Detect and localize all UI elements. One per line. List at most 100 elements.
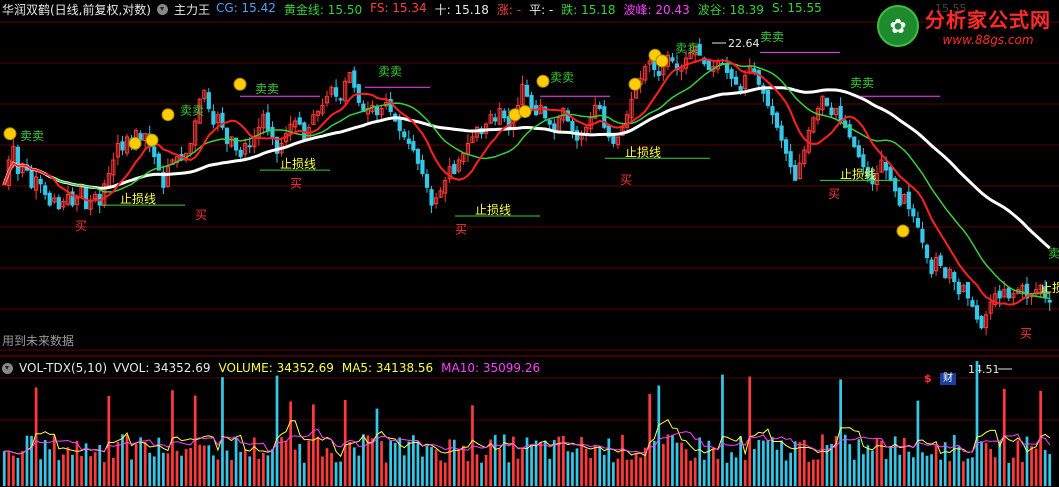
candle-body: [120, 141, 125, 151]
candle-body: [529, 94, 534, 109]
candle-body: [788, 151, 793, 168]
sell-marker: 卖卖: [378, 64, 402, 78]
buy-marker: 买: [195, 208, 207, 222]
candle-body: [502, 110, 507, 119]
candle-body: [974, 305, 980, 320]
candle-body: [15, 146, 20, 174]
candle-body: [770, 106, 775, 116]
candle-body: [397, 119, 402, 131]
buy-marker: 买: [620, 173, 632, 187]
smiley-icon: [536, 74, 550, 88]
candle-body: [943, 267, 948, 278]
smiley-icon: [655, 54, 669, 68]
smiley-icon: [518, 105, 532, 119]
indicator-name[interactable]: 主力王: [174, 1, 210, 18]
stock-title[interactable]: 华润双鹤(日线,前复权,对数): [2, 1, 151, 18]
candle-body: [897, 187, 902, 206]
watermark-title: 分析家公式网: [925, 8, 1051, 32]
indicator-value: 波峰: 20.43: [623, 2, 690, 17]
candle-body: [752, 68, 757, 73]
volume-indicator-name[interactable]: VOL-TDX(5,10): [19, 361, 107, 375]
candle-body: [929, 259, 934, 274]
smiley-icon: [161, 108, 175, 122]
candle-body: [415, 148, 420, 164]
candle-body: [920, 228, 925, 243]
candle-body: [938, 255, 943, 266]
sell-marker: 卖卖: [180, 104, 204, 118]
indicator-value: 十: 15.18: [434, 2, 489, 17]
candle-body: [452, 163, 457, 174]
smiley-icon: [233, 77, 247, 91]
volume-values: VVOL: 34352.69 VOLUME: 34352.69 MA5: 34138…: [113, 361, 540, 375]
candle-body: [402, 131, 407, 138]
candle-body: [911, 208, 916, 217]
indicator-value: S: 15.55: [771, 0, 822, 15]
watermark-logo: ✿ 分析家公式网 www.88gs.com: [877, 4, 1051, 47]
candle-body: [547, 120, 552, 125]
candle-body: [211, 111, 216, 125]
volume-value: VVOL: 34352.69: [113, 361, 211, 375]
candle-body: [297, 117, 302, 125]
watermark-url: www.88gs.com: [942, 33, 1034, 47]
candle-body: [774, 112, 780, 128]
candle-body: [29, 169, 34, 188]
candle-body: [43, 185, 48, 195]
candle-body: [970, 300, 975, 307]
volume-value: MA10: 35099.26: [441, 361, 541, 375]
candle-body: [265, 112, 270, 131]
indicator-value: 黄金线: 15.50: [283, 2, 363, 17]
candle-body: [270, 126, 275, 138]
candle-body: [338, 98, 343, 101]
stop-loss-label: 止损线: [625, 145, 661, 159]
candle-body: [997, 290, 1002, 299]
candle-body: [884, 162, 889, 171]
candle-body: [656, 71, 661, 76]
volume-indicator-header: VOL-TDX(5,10) VVOL: 34352.69 VOLUME: 3435…: [0, 360, 1059, 376]
buy-marker: 买: [455, 223, 467, 237]
indicator-value: FS: 15.34: [370, 0, 427, 15]
candle-body: [374, 105, 380, 116]
price-chart[interactable]: 止损线止损线止损线止损线止损线止损线买买买买买买买卖卖卖卖卖卖卖卖卖卖卖卖卖卖卖…: [0, 0, 1059, 487]
candle-body: [1047, 299, 1052, 303]
candle-body: [152, 146, 157, 158]
buy-marker: 买: [828, 187, 840, 201]
candle-body: [888, 166, 893, 181]
price-high-label: 22.64: [728, 37, 760, 50]
candle-body: [406, 138, 411, 144]
volume-value: MA5: 34138.56: [341, 361, 434, 375]
sell-marker: 卖卖: [255, 82, 279, 96]
candle-body: [424, 174, 430, 188]
indicator-value: 涨: -: [496, 2, 522, 17]
dropdown-icon[interactable]: [2, 362, 13, 374]
buy-marker: 买: [290, 176, 302, 190]
golden-line-green: [3, 63, 1050, 300]
candle-body: [670, 57, 675, 62]
candle-body: [784, 139, 789, 154]
sad-face-icon: [896, 224, 910, 238]
candle-body: [706, 60, 711, 71]
candle-body: [206, 92, 211, 109]
candle-body: [334, 87, 339, 97]
candle-body: [611, 134, 616, 144]
candle-body: [352, 70, 357, 88]
candle-body: [597, 104, 602, 109]
candle-body: [856, 145, 861, 158]
indicator-value: 跌: 15.18: [561, 2, 616, 17]
stop-loss-label: 止损线: [475, 203, 511, 217]
candle-body: [965, 282, 970, 299]
indicator-value: 平: -: [529, 2, 554, 17]
candle-body: [524, 84, 530, 97]
dropdown-icon[interactable]: [157, 3, 168, 15]
buy-marker: 买: [75, 219, 87, 233]
candle-body: [411, 141, 416, 151]
buy-marker: 买: [1020, 326, 1032, 340]
candle-body: [38, 178, 43, 185]
candle-body: [238, 149, 243, 158]
smiley-icon: [145, 133, 159, 147]
smiley-icon: [628, 77, 642, 91]
stop-loss-label: 止损线: [280, 157, 316, 171]
candle-body: [724, 62, 730, 73]
stop-loss-label: 止损线: [1040, 281, 1059, 295]
flower-logo-icon: ✿: [877, 4, 919, 47]
smiley-icon: [128, 136, 142, 150]
